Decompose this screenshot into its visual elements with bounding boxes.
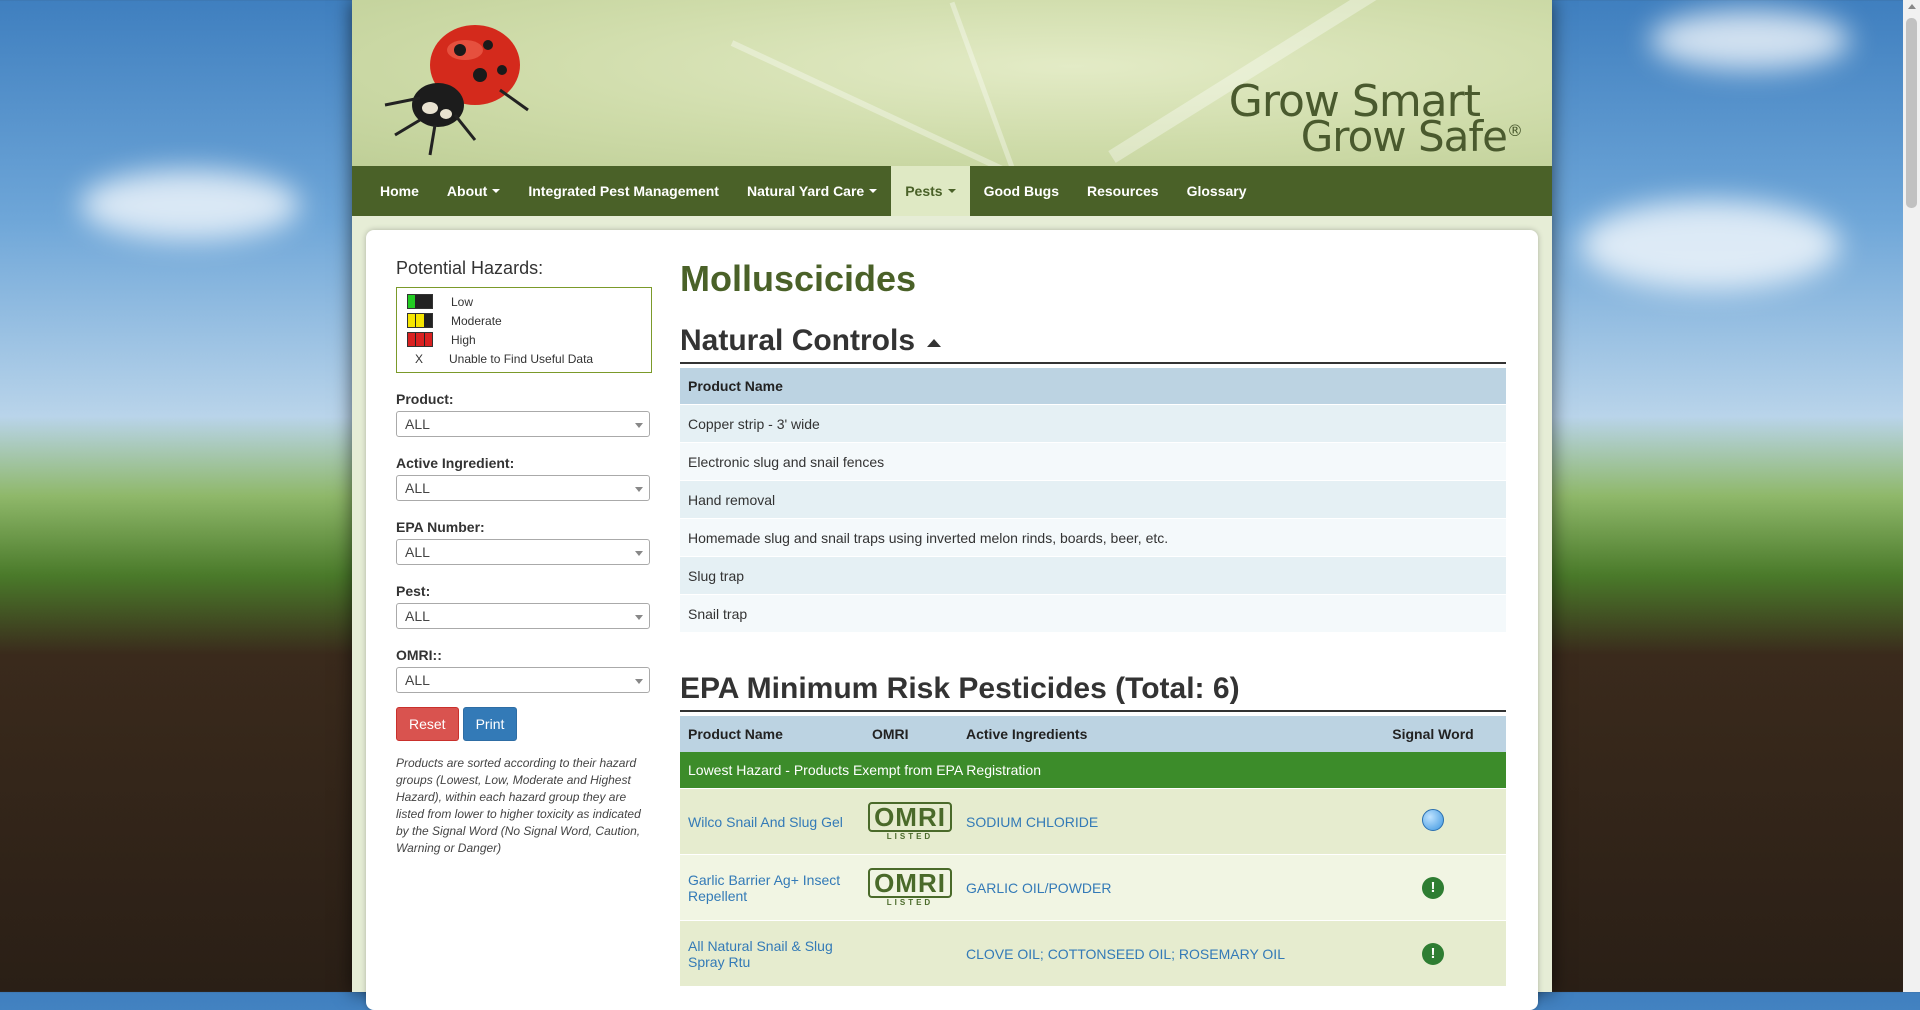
main-content: Molluscicides Natural Controls Product N… xyxy=(680,258,1506,986)
natural-controls-table: Product Name Copper strip - 3' wide Elec… xyxy=(680,368,1506,632)
hazard-high-icon xyxy=(407,332,433,347)
dropdown-arrow-icon xyxy=(635,679,643,684)
ingredient-link[interactable]: SODIUM CHLORIDE xyxy=(966,814,1098,830)
table-row: Electronic slug and snail fences xyxy=(680,442,1506,481)
filter-sidebar: Potential Hazards: Low Moderate High X U… xyxy=(396,258,652,857)
page-scrollbar[interactable] xyxy=(1903,0,1920,992)
column-active-ingredients: Active Ingredients xyxy=(958,716,1360,752)
dropdown-arrow-icon xyxy=(635,487,643,492)
print-button[interactable]: Print xyxy=(462,707,518,741)
nav-about[interactable]: About xyxy=(433,166,514,216)
legend-unknown: X Unable to Find Useful Data xyxy=(407,349,641,368)
brand-line-2: Grow Safe® xyxy=(1300,112,1523,161)
nav-glossary[interactable]: Glossary xyxy=(1173,166,1261,216)
nav-good-bugs[interactable]: Good Bugs xyxy=(970,166,1073,216)
omri-select[interactable]: ALL xyxy=(396,667,650,693)
main-nav: Home About Integrated Pest Management Na… xyxy=(352,166,1552,216)
product-link[interactable]: All Natural Snail & Slug Spray Rtu xyxy=(688,938,833,970)
table-row: Slug trap xyxy=(680,556,1506,595)
epa-number-label: EPA Number: xyxy=(396,519,485,535)
hazard-legend: Low Moderate High X Unable to Find Usefu… xyxy=(396,287,652,373)
product-link[interactable]: Wilco Snail And Slug Gel xyxy=(688,814,843,830)
product-link[interactable]: Garlic Barrier Ag+ Insect Repellent xyxy=(688,872,840,904)
product-select[interactable]: ALL xyxy=(396,411,650,437)
sorting-note: Products are sorted according to their h… xyxy=(396,756,641,855)
cloud xyxy=(1580,200,1840,290)
header-banner: Grow Smart Grow Safe® xyxy=(352,0,1552,166)
legend-low: Low xyxy=(407,292,641,311)
epa-number-select[interactable]: ALL xyxy=(396,539,650,565)
cloud xyxy=(1650,10,1850,70)
ladybug-logo-icon xyxy=(384,25,529,156)
table-row: All Natural Snail & Slug Spray Rtu CLOVE… xyxy=(680,920,1506,986)
nav-integrated-pest-management[interactable]: Integrated Pest Management xyxy=(514,166,733,216)
table-row: Wilco Snail And Slug Gel OMRI LISTED SODI… xyxy=(680,788,1506,855)
page-container: Grow Smart Grow Safe® Home About Integra… xyxy=(352,0,1552,1010)
table-row: Homemade slug and snail traps using inve… xyxy=(680,518,1506,557)
caution-signal-icon: ! xyxy=(1422,942,1444,965)
page-title: Molluscicides xyxy=(680,258,917,299)
nav-natural-yard-care[interactable]: Natural Yard Care xyxy=(733,166,891,216)
collapse-arrow-icon xyxy=(927,339,942,347)
nav-home[interactable]: Home xyxy=(366,166,433,216)
nav-resources[interactable]: Resources xyxy=(1073,166,1173,216)
pest-label: Pest: xyxy=(396,583,431,599)
epa-products-table: Product Name OMRI Active Ingredients Sig… xyxy=(680,716,1506,986)
dropdown-arrow-icon xyxy=(635,615,643,620)
no-signal-word-icon xyxy=(1422,809,1444,831)
content-panel: Potential Hazards: Low Moderate High X U… xyxy=(366,230,1538,1010)
omri-listed-logo-icon: OMRI LISTED xyxy=(868,802,952,841)
column-signal-word: Signal Word xyxy=(1360,716,1506,752)
omri-listed-logo-icon: OMRI LISTED xyxy=(868,868,952,907)
scrollbar-thumb[interactable] xyxy=(1906,18,1917,208)
omri-label: OMRI:: xyxy=(396,647,442,663)
cloud xyxy=(80,170,300,240)
scroll-up-arrow-icon[interactable] xyxy=(1908,4,1916,9)
caret-down-icon xyxy=(492,189,501,193)
table-row: Snail trap xyxy=(680,594,1506,632)
table-row: Copper strip - 3' wide xyxy=(680,404,1506,443)
table-row: Garlic Barrier Ag+ Insect Repellent OMRI… xyxy=(680,854,1506,921)
caution-signal-icon: ! xyxy=(1422,876,1444,899)
reset-button[interactable]: Reset xyxy=(396,707,459,741)
column-product-name: Product Name xyxy=(680,716,864,752)
legend-high: High xyxy=(407,330,641,349)
caret-down-icon xyxy=(947,189,956,193)
active-ingredient-select[interactable]: ALL xyxy=(396,475,650,501)
registered-mark: ® xyxy=(1507,121,1523,140)
natural-controls-header[interactable]: Natural Controls xyxy=(680,324,1506,364)
caret-down-icon xyxy=(869,189,878,193)
product-label: Product: xyxy=(396,391,454,407)
active-ingredient-label: Active Ingredient: xyxy=(396,455,515,471)
column-product-name: Product Name xyxy=(680,368,1506,405)
nav-pests[interactable]: Pests xyxy=(891,166,970,216)
dropdown-arrow-icon xyxy=(635,423,643,428)
hazard-group-row: Lowest Hazard - Products Exempt from EPA… xyxy=(680,752,1506,789)
column-omri: OMRI xyxy=(864,716,958,752)
hazards-title: Potential Hazards: xyxy=(396,258,544,278)
hazard-moderate-icon xyxy=(407,313,433,328)
legend-moderate: Moderate xyxy=(407,311,641,330)
ingredient-link[interactable]: CLOVE OIL; COTTONSEED OIL; ROSEMARY OIL xyxy=(966,946,1285,962)
pest-select[interactable]: ALL xyxy=(396,603,650,629)
ingredient-link[interactable]: GARLIC OIL/POWDER xyxy=(966,880,1111,896)
epa-section-header: EPA Minimum Risk Pesticides (Total: 6) xyxy=(680,672,1506,712)
table-row: Hand removal xyxy=(680,480,1506,519)
x-icon: X xyxy=(414,351,423,366)
dropdown-arrow-icon xyxy=(635,551,643,556)
hazard-low-icon xyxy=(407,294,433,309)
